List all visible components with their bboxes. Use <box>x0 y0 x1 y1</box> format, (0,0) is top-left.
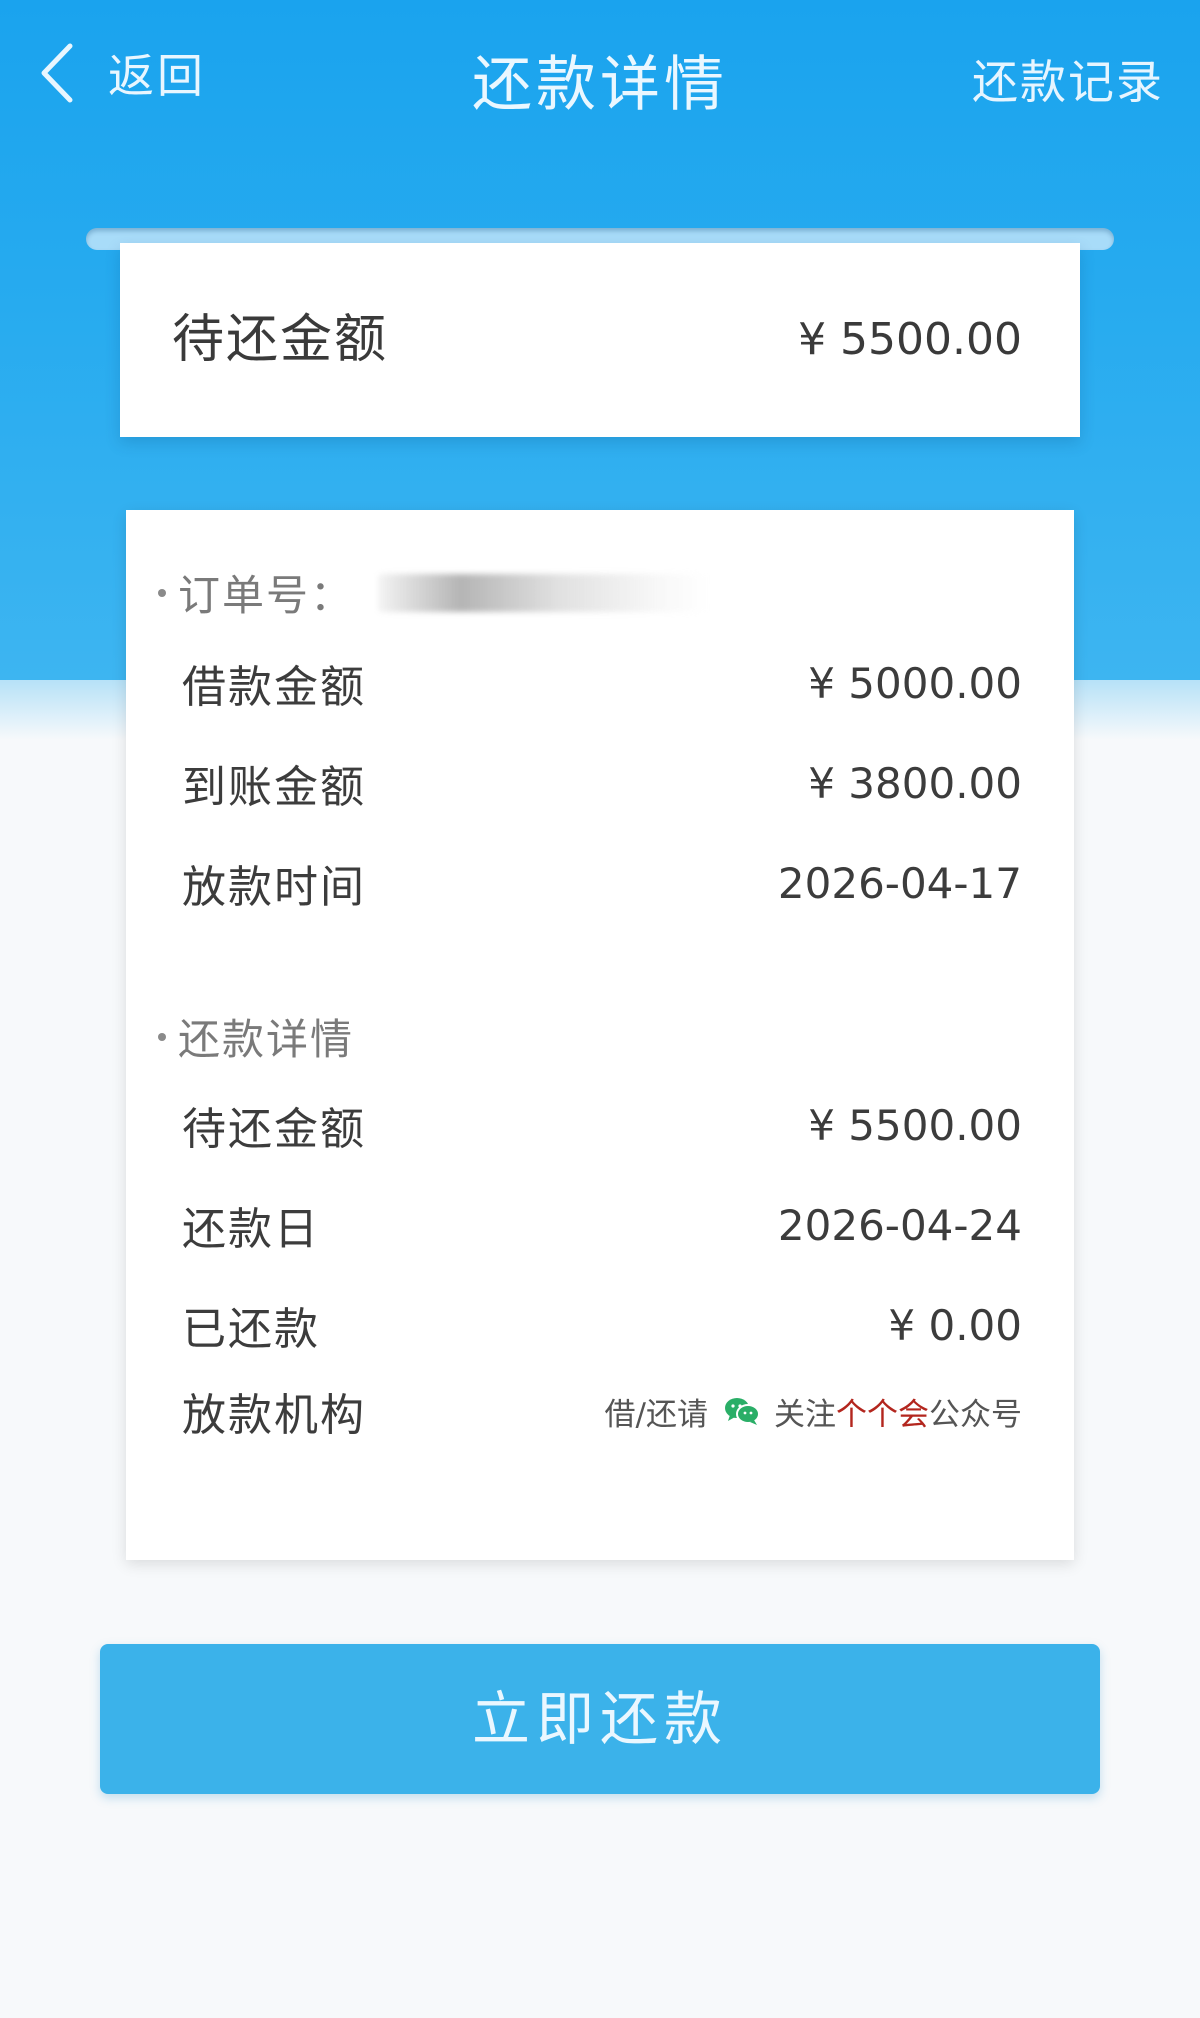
chevron-left-icon <box>41 43 73 103</box>
outstanding-amount-value: ¥ 5500.00 <box>798 314 1022 365</box>
bullet-dot <box>158 588 166 597</box>
lending-institution-value: 借/还请 关注 个个会 公众号 <box>605 1389 1022 1434</box>
wechat-icon <box>725 1398 760 1425</box>
detail-row-value: ¥ 5500.00 <box>808 1100 1022 1150</box>
lending-institution-label: 放款机构 <box>182 1390 366 1441</box>
institution-suffix: 公众号 <box>929 1396 1022 1433</box>
repay-now-button[interactable]: 立即还款 <box>100 1644 1100 1794</box>
bullet-dot <box>158 1032 166 1041</box>
repayment-records-link[interactable]: 还款记录 <box>972 46 1164 112</box>
loan-detail-card: 订单号： 借款金额 ¥ 5000.00 到账金额 ¥ 3800.00 放款时间 … <box>126 510 1074 1560</box>
detail-row: 放款时间 2026-04-17 <box>182 848 1022 918</box>
institution-prefix: 借/还请 <box>604 1396 708 1433</box>
detail-row-value: 2026-04-17 <box>777 858 1022 908</box>
order-number-redacted <box>378 573 709 612</box>
top-nav-bar: 返回 还款详情 还款记录 <box>0 0 1200 150</box>
detail-row-value: ¥ 0.00 <box>888 1300 1022 1350</box>
detail-row-label: 到账金额 <box>182 762 366 813</box>
detail-row: 已还款 ¥ 0.00 <box>182 1290 1022 1360</box>
lending-institution-row: 放款机构 借/还请 关注 个个会 公众号 <box>182 1376 1022 1446</box>
page-title: 还款详情 <box>472 50 728 120</box>
detail-row-label: 放款时间 <box>182 862 366 913</box>
outstanding-amount-label: 待还金额 <box>172 310 389 370</box>
detail-row: 还款日 2026-04-24 <box>182 1190 1022 1260</box>
institution-brand: 个个会 <box>836 1396 929 1433</box>
detail-row-value: 2026-04-24 <box>777 1200 1022 1250</box>
order-number-label: 订单号： <box>178 571 355 620</box>
detail-row-label: 借款金额 <box>182 662 366 713</box>
detail-row-value: ¥ 3800.00 <box>808 758 1022 808</box>
back-button[interactable]: 返回 <box>38 38 206 108</box>
institution-follow: 关注 <box>774 1396 836 1433</box>
detail-row-label: 已还款 <box>182 1304 320 1355</box>
repay-section-title-text: 还款详情 <box>178 1015 355 1064</box>
order-number-line: 订单号： <box>158 562 709 623</box>
detail-row: 待还金额 ¥ 5500.00 <box>182 1090 1022 1160</box>
detail-row: 到账金额 ¥ 3800.00 <box>182 748 1022 818</box>
detail-row-label: 待还金额 <box>182 1104 366 1155</box>
detail-row-value: ¥ 5000.00 <box>808 658 1022 708</box>
outstanding-amount-card: 待还金额 ¥ 5500.00 <box>120 243 1080 437</box>
detail-row-label: 还款日 <box>182 1204 320 1255</box>
detail-row: 借款金额 ¥ 5000.00 <box>182 648 1022 718</box>
repay-section-title: 还款详情 <box>158 1006 354 1067</box>
back-label: 返回 <box>108 49 206 103</box>
